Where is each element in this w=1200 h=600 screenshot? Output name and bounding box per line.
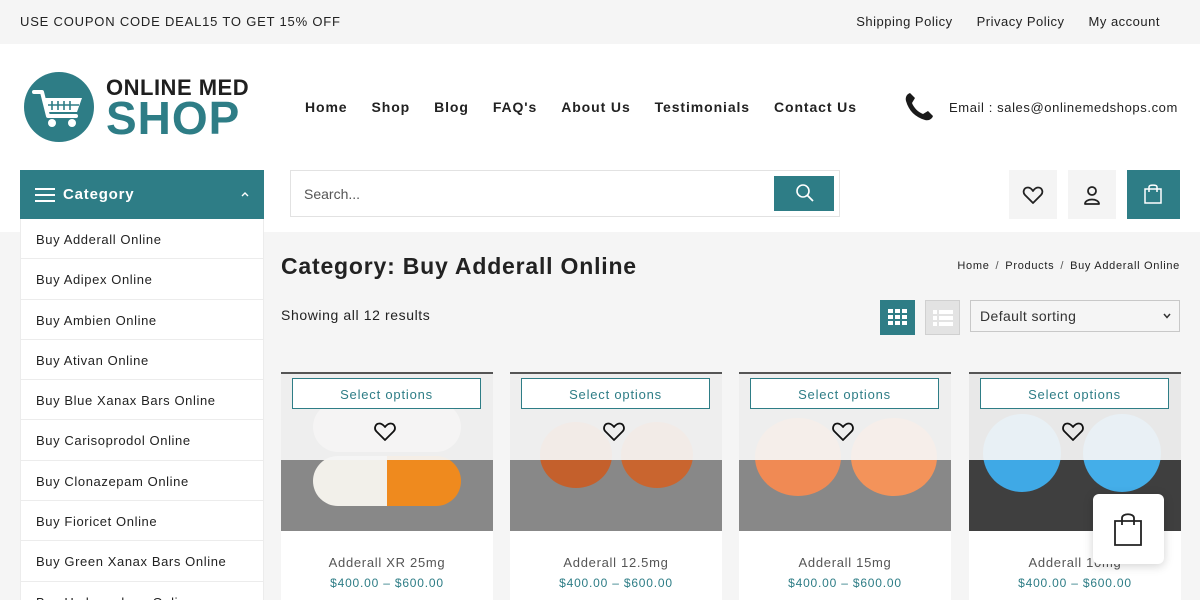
category-item-adipex[interactable]: Buy Adipex Online — [21, 259, 263, 300]
sort-selected-value: Default sorting — [980, 308, 1077, 324]
contact-email[interactable]: Email : sales@onlinemedshops.com — [949, 100, 1178, 115]
nav-home[interactable]: Home — [305, 99, 348, 115]
grid-view-button[interactable] — [880, 300, 915, 335]
privacy-policy-link[interactable]: Privacy Policy — [977, 14, 1065, 29]
breadcrumb: Home / Products / Buy Adderall Online — [957, 260, 1180, 272]
select-options-button[interactable]: Select options — [521, 378, 710, 409]
category-toggle[interactable]: Category — [20, 170, 264, 219]
menu-icon — [35, 188, 55, 202]
breadcrumb-products[interactable]: Products — [1005, 260, 1054, 272]
heart-icon[interactable] — [831, 420, 855, 442]
list-view-icon — [933, 310, 953, 326]
page-title: Category: Buy Adderall Online — [281, 253, 637, 279]
category-item-green-xanax[interactable]: Buy Green Xanax Bars Online — [21, 541, 263, 582]
product-price: $400.00 – $600.00 — [330, 576, 444, 590]
top-links: Shipping Policy Privacy Policy My accoun… — [856, 14, 1160, 29]
breadcrumb-separator: / — [995, 260, 1000, 272]
product-name[interactable]: Adderall 12.5mg — [510, 555, 722, 570]
sort-select[interactable]: Default sorting — [970, 300, 1180, 332]
cart-logo-icon — [32, 90, 82, 127]
category-item-blue-xanax[interactable]: Buy Blue Xanax Bars Online — [21, 380, 263, 421]
shopping-bag-icon — [1114, 513, 1142, 546]
search-button[interactable] — [774, 176, 834, 211]
nav-blog[interactable]: Blog — [434, 99, 469, 115]
top-bar: USE COUPON CODE DEAL15 TO GET 15% OFF Sh… — [0, 0, 1200, 44]
search-icon — [796, 184, 814, 202]
wishlist-button[interactable] — [1009, 170, 1057, 219]
card-top-border — [969, 372, 1181, 374]
card-top-border — [281, 372, 493, 374]
product-card[interactable]: Select options Adderall 12.5mg $400.00 –… — [510, 372, 722, 600]
heart-icon[interactable] — [373, 420, 397, 442]
nav-contact-us[interactable]: Contact Us — [774, 99, 857, 115]
floating-cart-button[interactable] — [1093, 494, 1164, 564]
product-name[interactable]: Adderall XR 25mg — [281, 555, 493, 570]
product-card[interactable]: Select options Adderall 15mg $400.00 – $… — [739, 372, 951, 600]
shopping-bag-icon — [1144, 184, 1162, 204]
user-icon — [1084, 186, 1100, 205]
card-top-border — [739, 372, 951, 374]
search-bar — [290, 170, 840, 217]
nav-about-us[interactable]: About Us — [561, 99, 630, 115]
category-item-carisoprodol[interactable]: Buy Carisoprodol Online — [21, 420, 263, 461]
category-item-ativan[interactable]: Buy Ativan Online — [21, 340, 263, 381]
breadcrumb-separator: / — [1060, 260, 1065, 272]
search-input[interactable] — [291, 171, 771, 216]
select-options-button[interactable]: Select options — [292, 378, 481, 409]
breadcrumb-home[interactable]: Home — [957, 260, 989, 272]
logo-circle — [24, 72, 94, 142]
card-top-border — [510, 372, 722, 374]
category-item-ambien[interactable]: Buy Ambien Online — [21, 300, 263, 340]
product-card[interactable]: Select options Adderall 10mg $400.00 – $… — [969, 372, 1181, 600]
category-item-clonazepam[interactable]: Buy Clonazepam Online — [21, 461, 263, 502]
nav-shop[interactable]: Shop — [372, 99, 411, 115]
site-logo[interactable]: ONLINE MED SHOP — [22, 70, 252, 144]
nav-testimonials[interactable]: Testimonials — [655, 99, 750, 115]
grid-view-icon — [888, 309, 907, 325]
select-options-button[interactable]: Select options — [750, 378, 939, 409]
product-price: $400.00 – $600.00 — [788, 576, 902, 590]
select-options-button[interactable]: Select options — [980, 378, 1169, 409]
shipping-policy-link[interactable]: Shipping Policy — [856, 14, 952, 29]
logo-text-bottom: SHOP — [106, 92, 241, 144]
heart-icon[interactable] — [602, 420, 626, 442]
my-account-link[interactable]: My account — [1089, 14, 1160, 29]
main-nav: Home Shop Blog FAQ's About Us Testimonia… — [305, 99, 857, 115]
cart-button[interactable] — [1127, 170, 1180, 219]
account-button[interactable] — [1068, 170, 1116, 219]
nav-faqs[interactable]: FAQ's — [493, 99, 537, 115]
phone-icon — [905, 93, 933, 121]
category-item-fioricet[interactable]: Buy Fioricet Online — [21, 501, 263, 542]
breadcrumb-current: Buy Adderall Online — [1070, 260, 1180, 272]
product-price: $400.00 – $600.00 — [1018, 576, 1132, 590]
chevron-down-icon — [1163, 313, 1171, 319]
chevron-up-icon — [241, 192, 249, 197]
category-item-adderall[interactable]: Buy Adderall Online — [21, 219, 263, 260]
category-label: Category — [63, 186, 135, 203]
list-view-button[interactable] — [925, 300, 960, 335]
heart-icon — [1022, 186, 1044, 204]
category-item-hydrocodone[interactable]: Buy Hydrocodone Online — [21, 582, 263, 600]
product-card[interactable]: Select options Adderall XR 25mg $400.00 … — [281, 372, 493, 600]
coupon-notice: USE COUPON CODE DEAL15 TO GET 15% OFF — [20, 14, 341, 29]
heart-icon[interactable] — [1061, 420, 1085, 442]
product-price: $400.00 – $600.00 — [559, 576, 673, 590]
results-count: Showing all 12 results — [281, 307, 431, 323]
product-name[interactable]: Adderall 15mg — [739, 555, 951, 570]
category-list: Buy Adderall Online Buy Adipex Online Bu… — [20, 219, 264, 600]
